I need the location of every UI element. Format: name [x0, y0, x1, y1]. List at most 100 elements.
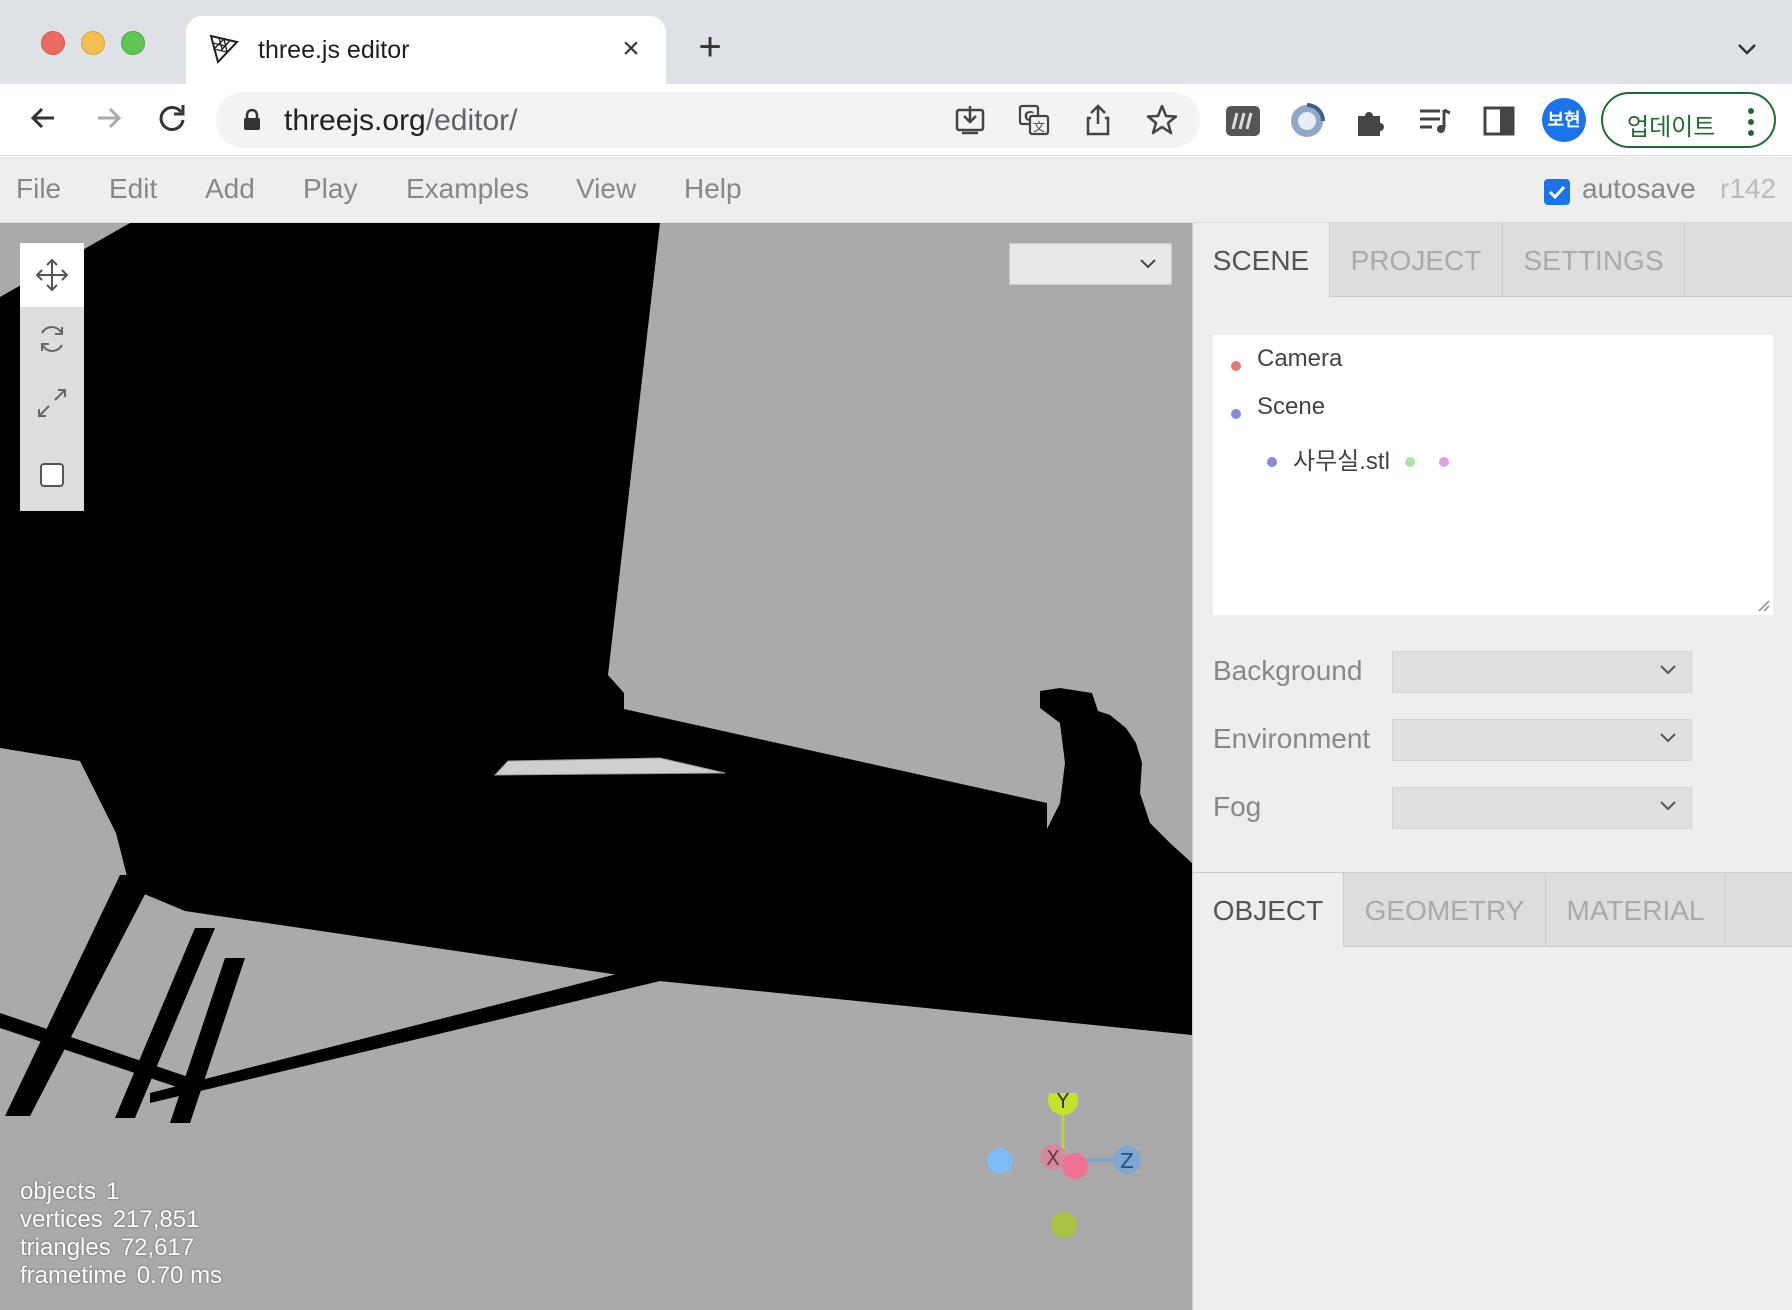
move-icon [35, 258, 69, 292]
translate-icon[interactable]: G 文 [1016, 102, 1052, 138]
lock-icon[interactable] [242, 109, 262, 131]
fog-select[interactable] [1392, 787, 1692, 829]
tab-title: three.js editor [258, 36, 410, 64]
info-frametime: frametime 0.70 ms [20, 1262, 232, 1290]
x-axis-ball-front[interactable] [1062, 1153, 1088, 1179]
share-icon[interactable] [1080, 102, 1116, 138]
x-axis-label: X [1046, 1146, 1060, 1170]
environment-label: Environment [1213, 723, 1371, 754]
rotate-tool-button[interactable] [20, 307, 84, 371]
outliner-item-mesh[interactable]: 사무실.stl [1293, 441, 1390, 476]
minimize-window-button[interactable] [81, 31, 105, 55]
scale-tool-button[interactable] [20, 371, 84, 435]
extensions-puzzle-icon[interactable] [1352, 102, 1390, 140]
tab-search-chevron-icon[interactable] [1730, 32, 1764, 66]
browser-tab-bar: three.js editor × + [0, 0, 1792, 84]
install-app-icon[interactable] [952, 102, 988, 138]
close-tab-icon[interactable]: × [614, 32, 648, 66]
rotate-icon [41, 326, 63, 352]
info-value: 72,617 [120, 1234, 195, 1261]
tab-material[interactable]: MATERIAL [1546, 873, 1726, 947]
menu-examples[interactable]: Examples [406, 173, 529, 205]
zoom-window-button[interactable] [121, 31, 145, 55]
resize-grip-icon[interactable] [1755, 597, 1771, 613]
transform-toolbar [20, 243, 84, 511]
mesh-dot-icon [1267, 457, 1277, 467]
info-label: triangles [20, 1234, 111, 1261]
sidebar-bottom-tabs: OBJECT GEOMETRY MATERIAL [1193, 873, 1792, 947]
chevron-down-icon [1660, 733, 1676, 743]
tab-settings[interactable]: SETTINGS [1503, 223, 1685, 297]
threejs-favicon-icon [209, 34, 239, 64]
fog-label: Fog [1213, 791, 1262, 822]
outliner-item-scene[interactable]: Scene [1257, 393, 1325, 421]
checkmark-icon [1548, 185, 1566, 200]
dark-mesh-head [1040, 688, 1192, 939]
geometry-dot-icon [1405, 457, 1415, 467]
menu-edit[interactable]: Edit [109, 173, 157, 205]
neg-y-axis-ball[interactable] [1051, 1212, 1077, 1238]
svg-text:文: 文 [1033, 119, 1045, 134]
render-info: objects 1 vertices 217,851 triangles 72,617… [20, 1178, 232, 1290]
tab-scene[interactable]: SCENE [1193, 223, 1330, 297]
extension-m-icon[interactable] [1224, 102, 1262, 140]
scene-outliner[interactable]: Camera Scene 사무실.stl [1213, 335, 1773, 615]
info-value: 0.70 ms [136, 1262, 223, 1289]
background-select[interactable] [1392, 651, 1692, 693]
chevron-down-icon [1140, 259, 1156, 269]
menu-file[interactable]: File [16, 173, 61, 205]
axis-view-helper[interactable]: X Z Y [980, 1093, 1150, 1263]
forward-icon[interactable] [86, 96, 130, 140]
info-vertices: vertices 217,851 [20, 1206, 232, 1234]
background-label: Background [1213, 655, 1363, 686]
scene-dot-icon [1231, 409, 1241, 419]
camera-select[interactable] [1009, 243, 1172, 285]
bookmark-star-icon[interactable] [1144, 102, 1180, 138]
environment-select[interactable] [1392, 719, 1692, 761]
close-window-button[interactable] [41, 31, 65, 55]
side-panel-icon[interactable] [1480, 102, 1518, 140]
menu-help[interactable]: Help [684, 173, 742, 205]
more-vert-icon [1748, 108, 1754, 136]
sidebar: SCENE PROJECT SETTINGS Camera Scene 사무실.… [1192, 223, 1792, 1310]
3d-viewport[interactable]: objects 1 vertices 217,851 triangles 72,617… [0, 223, 1192, 1310]
url-path: /editor/ [425, 104, 518, 137]
reload-icon[interactable] [150, 96, 194, 140]
translate-tool-button[interactable] [20, 243, 84, 307]
update-button[interactable]: 업데이트 [1601, 92, 1776, 148]
y-axis-label: Y [1056, 1093, 1070, 1113]
menu-add[interactable]: Add [205, 173, 255, 205]
url-text[interactable]: threejs.org/editor/ [284, 104, 517, 138]
local-space-toggle[interactable] [20, 443, 84, 511]
z-axis-label: Z [1120, 1149, 1134, 1173]
info-objects: objects 1 [20, 1178, 232, 1206]
sidebar-top-tabs: SCENE PROJECT SETTINGS [1193, 223, 1792, 297]
new-tab-icon[interactable]: + [690, 27, 730, 68]
address-bar[interactable]: threejs.org/editor/ G 文 [216, 92, 1200, 148]
material-dot-icon [1439, 457, 1449, 467]
expand-icon [38, 389, 66, 417]
tab-object[interactable]: OBJECT [1193, 873, 1344, 947]
browser-toolbar: threejs.org/editor/ G 文 [0, 84, 1792, 156]
tab-geometry[interactable]: GEOMETRY [1344, 873, 1546, 947]
info-label: frametime [20, 1262, 127, 1289]
menu-play[interactable]: Play [303, 173, 357, 205]
dark-mesh-shape [0, 223, 1192, 1035]
checkbox-icon [40, 463, 64, 487]
tab-project[interactable]: PROJECT [1330, 223, 1503, 297]
profile-avatar[interactable]: 보현 [1542, 98, 1586, 142]
back-icon[interactable] [22, 96, 66, 140]
neg-x-axis-ball[interactable] [987, 1148, 1013, 1174]
info-triangles: triangles 72,617 [20, 1234, 232, 1262]
revision-label: r142 [1720, 173, 1777, 204]
browser-tab[interactable]: three.js editor × [186, 16, 666, 84]
menu-view[interactable]: View [576, 173, 636, 205]
chevron-down-icon [1660, 801, 1676, 811]
outliner-item-camera[interactable]: Camera [1257, 345, 1342, 373]
extension-circle-icon[interactable] [1288, 102, 1326, 140]
chevron-down-icon [1660, 665, 1676, 675]
media-playlist-icon[interactable] [1416, 102, 1454, 140]
info-label: objects [20, 1178, 97, 1205]
camera-dot-icon [1231, 361, 1241, 371]
autosave-checkbox[interactable] [1544, 179, 1570, 205]
